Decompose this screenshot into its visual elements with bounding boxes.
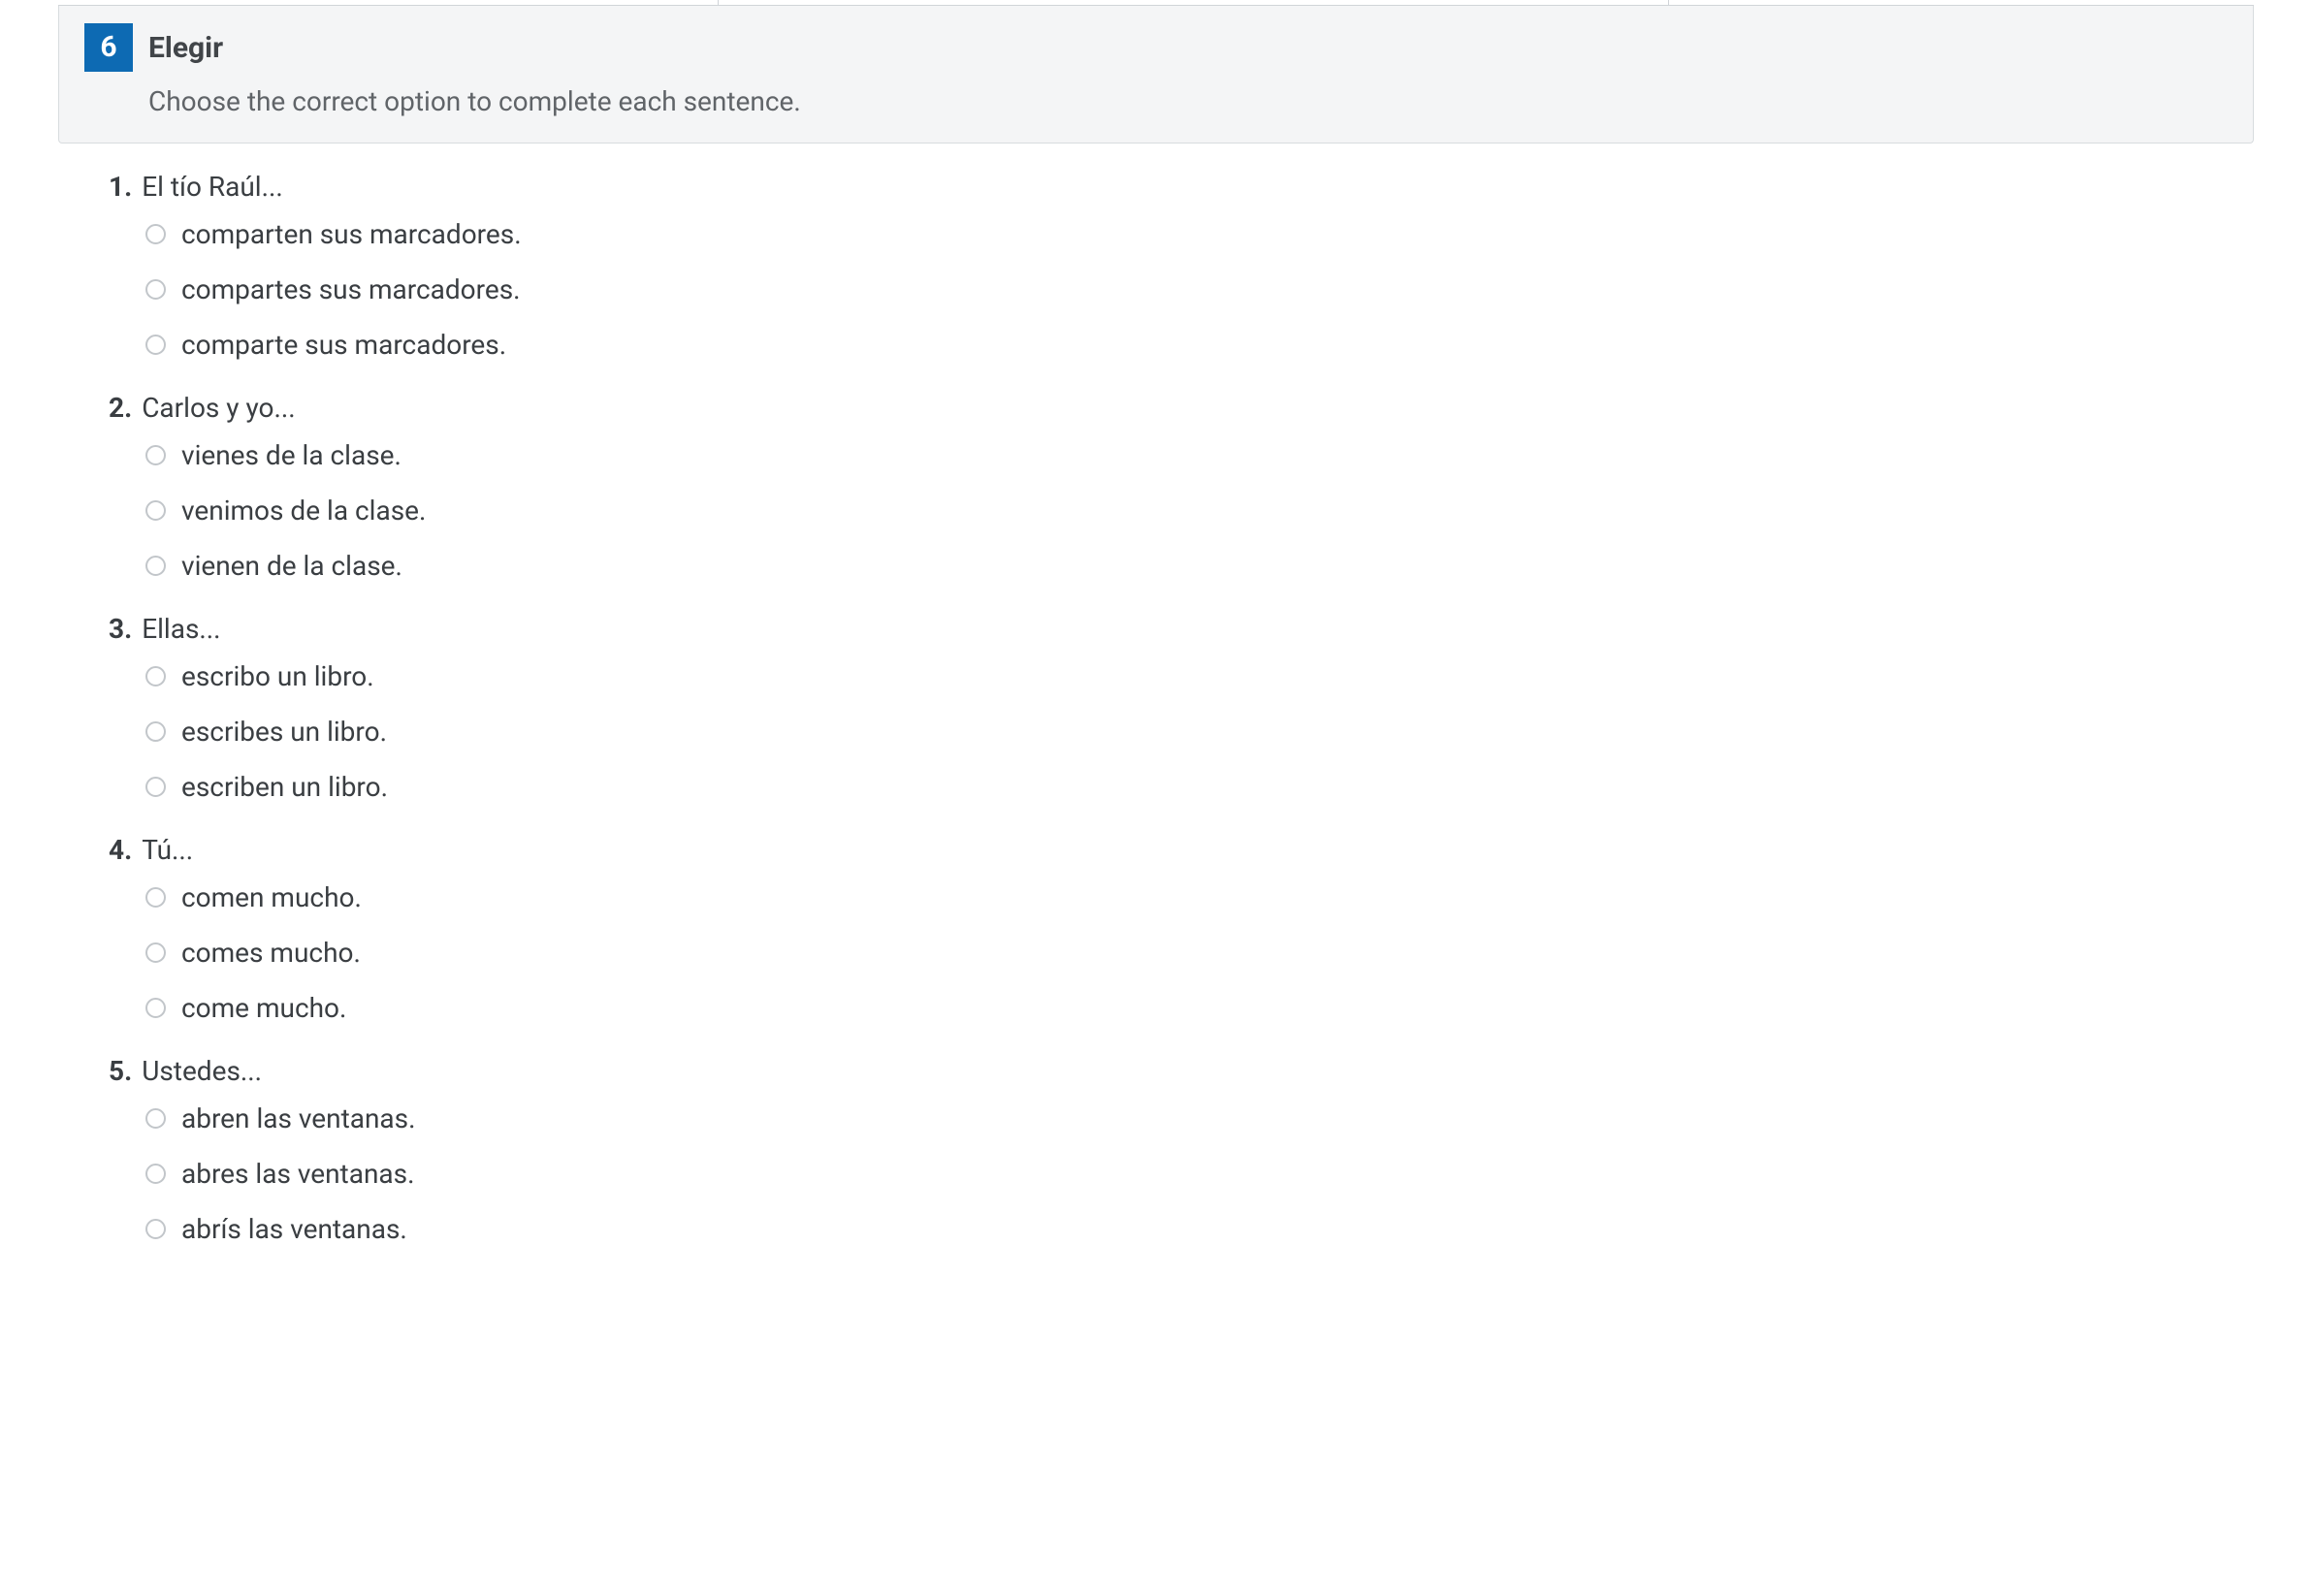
question-number: 3. [109, 613, 132, 645]
option-label: vienen de la clase. [181, 550, 402, 582]
question-prompt: Ellas... [142, 613, 220, 645]
question-prompt: Carlos y yo... [142, 392, 295, 424]
option-label: comparten sus marcadores. [181, 218, 522, 250]
radio-icon[interactable] [145, 1108, 166, 1129]
option-row[interactable]: vienes de la clase. [145, 439, 2254, 471]
question-number: 2. [109, 392, 132, 424]
question-number: 1. [109, 171, 132, 203]
radio-icon[interactable] [145, 666, 166, 686]
option-row[interactable]: compartes sus marcadores. [145, 273, 2254, 305]
exercise-header: 6 Elegir Choose the correct option to co… [58, 6, 2254, 144]
question-4: 4. Tú... comen mucho. comes mucho. come … [109, 834, 2254, 1024]
questions-list: 1. El tío Raúl... comparten sus marcador… [109, 171, 2254, 1245]
radio-icon[interactable] [145, 887, 166, 908]
option-label: compartes sus marcadores. [181, 273, 521, 305]
radio-icon[interactable] [145, 942, 166, 963]
question-prompt: El tío Raúl... [142, 171, 283, 203]
option-row[interactable]: come mucho. [145, 992, 2254, 1024]
option-row[interactable]: abren las ventanas. [145, 1102, 2254, 1134]
option-label: vienes de la clase. [181, 439, 401, 471]
radio-icon[interactable] [145, 556, 166, 576]
radio-icon[interactable] [145, 1219, 166, 1239]
option-label: comen mucho. [181, 881, 362, 913]
option-label: abres las ventanas. [181, 1158, 414, 1190]
option-row[interactable]: venimos de la clase. [145, 495, 2254, 527]
option-row[interactable]: comparte sus marcadores. [145, 329, 2254, 361]
radio-icon[interactable] [145, 335, 166, 355]
exercise-instructions: Choose the correct option to complete ea… [148, 85, 2228, 117]
option-row[interactable]: comen mucho. [145, 881, 2254, 913]
option-row[interactable]: vienen de la clase. [145, 550, 2254, 582]
option-label: comparte sus marcadores. [181, 329, 506, 361]
option-label: escriben un libro. [181, 771, 388, 803]
option-label: escribes un libro. [181, 716, 387, 748]
tab-bar [58, 0, 2254, 6]
option-row[interactable]: escriben un libro. [145, 771, 2254, 803]
question-prompt: Tú... [142, 834, 193, 866]
option-label: venimos de la clase. [181, 495, 426, 527]
radio-icon[interactable] [145, 1164, 166, 1184]
option-label: abren las ventanas. [181, 1102, 416, 1134]
question-number: 4. [109, 834, 132, 866]
exercise-number-badge: 6 [84, 23, 133, 72]
option-label: abrís las ventanas. [181, 1213, 407, 1245]
radio-icon[interactable] [145, 777, 166, 797]
question-2: 2. Carlos y yo... vienes de la clase. ve… [109, 392, 2254, 582]
exercise-title: Elegir [148, 31, 223, 65]
option-label: escribo un libro. [181, 660, 374, 692]
option-row[interactable]: abres las ventanas. [145, 1158, 2254, 1190]
option-label: comes mucho. [181, 937, 361, 969]
radio-icon[interactable] [145, 500, 166, 521]
question-prompt: Ustedes... [142, 1055, 262, 1087]
option-row[interactable]: abrís las ventanas. [145, 1213, 2254, 1245]
question-5: 5. Ustedes... abren las ventanas. abres … [109, 1055, 2254, 1245]
option-row[interactable]: comparten sus marcadores. [145, 218, 2254, 250]
question-number: 5. [109, 1055, 132, 1087]
option-row[interactable]: escribo un libro. [145, 660, 2254, 692]
radio-icon[interactable] [145, 445, 166, 465]
option-label: come mucho. [181, 992, 346, 1024]
option-row[interactable]: comes mucho. [145, 937, 2254, 969]
radio-icon[interactable] [145, 279, 166, 300]
question-3: 3. Ellas... escribo un libro. escribes u… [109, 613, 2254, 803]
option-row[interactable]: escribes un libro. [145, 716, 2254, 748]
question-1: 1. El tío Raúl... comparten sus marcador… [109, 171, 2254, 361]
radio-icon[interactable] [145, 721, 166, 742]
radio-icon[interactable] [145, 224, 166, 244]
radio-icon[interactable] [145, 998, 166, 1018]
